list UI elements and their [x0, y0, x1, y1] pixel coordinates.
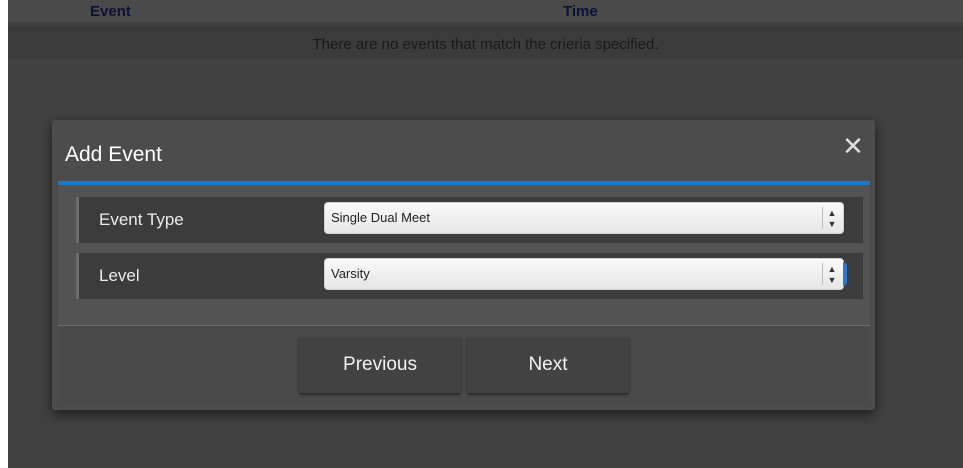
column-header-time: Time [563, 3, 598, 20]
level-selected-value: Varsity [331, 266, 370, 281]
select-arrows-icon: ▲ ▼ [822, 263, 841, 285]
event-type-select[interactable]: Single Dual Meet ▲ ▼ [324, 202, 844, 234]
focus-indicator [843, 262, 847, 286]
level-label: Level [99, 266, 140, 285]
close-icon[interactable]: ✕ [840, 133, 866, 159]
level-row: Level Varsity ▲ ▼ [76, 253, 863, 299]
next-button[interactable]: Next [467, 337, 629, 393]
event-type-row: Event Type Single Dual Meet ▲ ▼ [76, 197, 863, 243]
screen: Event Time There are no events that matc… [0, 0, 963, 468]
empty-events-message: There are no events that match the crier… [312, 36, 659, 53]
select-arrows-icon: ▲ ▼ [822, 207, 841, 229]
add-event-dialog: Add Event ✕ Event Type Single Dual Meet … [52, 120, 875, 410]
column-header-event: Event [90, 3, 131, 20]
dialog-footer: Previous Next [58, 326, 870, 406]
dialog-title: Add Event [65, 143, 162, 166]
event-type-selected-value: Single Dual Meet [331, 210, 430, 225]
events-table-header: Event Time [8, 0, 963, 22]
level-select[interactable]: Varsity ▲ ▼ [324, 258, 847, 290]
dialog-header: Add Event ✕ [52, 120, 875, 183]
previous-button[interactable]: Previous [299, 337, 461, 393]
dialog-form: Event Type Single Dual Meet ▲ ▼ Level Var… [58, 185, 870, 325]
event-type-label: Event Type [99, 210, 184, 229]
empty-events-message-row: There are no events that match the crier… [8, 26, 963, 58]
